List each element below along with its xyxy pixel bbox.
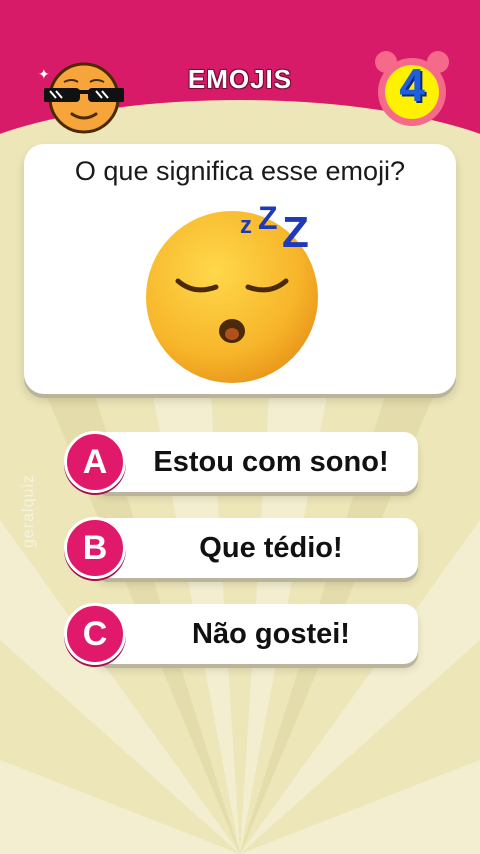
answer-option-c[interactable]: C Não gostei! xyxy=(64,602,420,668)
answer-label: Que tédio! xyxy=(199,532,343,564)
answer-option-b[interactable]: B Que tédio! xyxy=(64,516,420,582)
answer-option-a[interactable]: A Estou com sono! xyxy=(64,430,420,496)
svg-text:Z: Z xyxy=(258,200,278,236)
watermark: geralquiz xyxy=(20,474,37,548)
answer-label: Não gostei! xyxy=(192,618,350,650)
question-card: O que significa esse emoji? z Z Z xyxy=(24,144,456,394)
timer-count: 4 xyxy=(399,59,425,111)
question-text: O que significa esse emoji? xyxy=(74,156,406,186)
svg-text:z: z xyxy=(240,212,252,239)
answer-label: Estou com sono! xyxy=(153,446,389,478)
svg-text:Z: Z xyxy=(282,208,309,257)
sleeping-face-icon: z Z Z xyxy=(146,200,318,383)
answer-letter-badge: B xyxy=(64,517,126,579)
answer-letter-badge: A xyxy=(64,431,126,493)
answer-letter-badge: C xyxy=(64,603,126,665)
